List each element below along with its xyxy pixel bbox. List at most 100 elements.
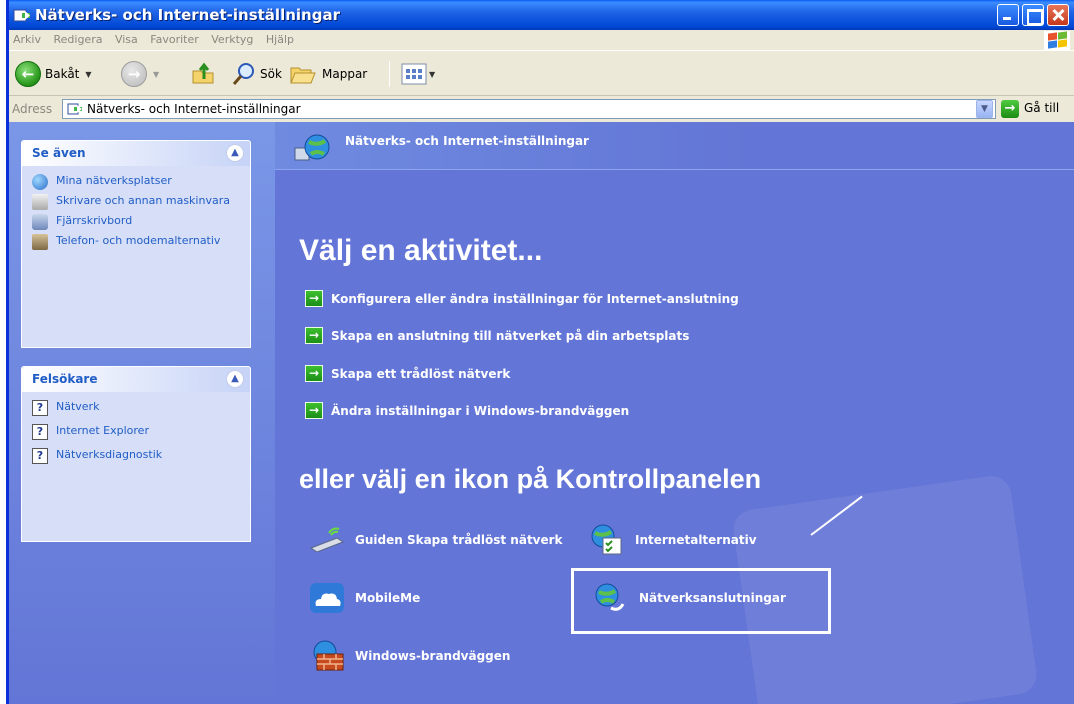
- search-button[interactable]: Sök: [231, 59, 282, 89]
- explorer-window: Nätverks- och Internet-inställningar Ark…: [6, 0, 1074, 704]
- collapse-chevron-icon[interactable]: ▲: [226, 370, 244, 388]
- folders-label: Mappar: [322, 67, 368, 81]
- firewall-icon: [313, 640, 344, 671]
- troubleshooter-label: Internet Explorer: [56, 424, 149, 437]
- see-also-item-network-places[interactable]: Mina nätverksplatser: [32, 174, 242, 190]
- category-header: Nätverks- och Internet-inställningar: [275, 122, 1074, 170]
- pick-icon-heading: eller välj en ikon på Kontrollpanelen: [299, 464, 762, 494]
- help-icon: ?: [32, 400, 48, 416]
- mobileme-cloud-icon: [310, 583, 344, 613]
- task-wireless-network[interactable]: → Skapa ett trådlöst nätverk: [305, 365, 510, 382]
- menu-help[interactable]: Hjälp: [262, 30, 299, 46]
- go-button[interactable]: Gå till: [1024, 101, 1059, 115]
- see-also-item-label: Telefon- och modemalternativ: [56, 234, 221, 247]
- printer-icon: [32, 194, 48, 210]
- category-title: Nätverks- och Internet-inställningar: [345, 134, 589, 148]
- go-arrow-icon[interactable]: →: [1001, 100, 1019, 118]
- see-also-title: Se även: [32, 146, 86, 160]
- collapse-chevron-icon[interactable]: ▲: [226, 144, 244, 162]
- internet-options-icon: [591, 524, 622, 555]
- task-label: Skapa ett trådlöst nätverk: [331, 366, 511, 381]
- search-icon: [232, 63, 254, 85]
- troubleshooter-diagnostics[interactable]: ? Nätverksdiagnostik: [32, 448, 242, 464]
- address-value: Nätverks- och Internet-inställningar: [87, 102, 301, 116]
- address-field[interactable]: Nätverks- och Internet-inställningar: [62, 99, 996, 119]
- see-also-item-label: Fjärrskrivbord: [56, 214, 133, 227]
- see-also-item-label: Mina nätverksplatser: [56, 174, 172, 187]
- network-globe-icon: [294, 134, 330, 161]
- up-folder-icon: [192, 62, 214, 84]
- troubleshooter-network[interactable]: ? Nätverk: [32, 400, 242, 416]
- cp-label: Windows-brandväggen: [355, 649, 511, 663]
- task-pane: Se även ▲ Mina nätverksplatser Skrivare …: [9, 122, 275, 704]
- menu-tools[interactable]: Verktyg: [207, 30, 258, 46]
- remote-desktop-icon: [32, 214, 48, 230]
- views-button[interactable]: ▼: [401, 59, 435, 89]
- back-arrow-icon: ←: [15, 61, 41, 87]
- forward-arrow-icon: →: [121, 61, 147, 87]
- toolbar: ← Bakåt ▼ → ▼ Sök Mappar ▼: [9, 50, 1074, 96]
- cp-wireless-wizard[interactable]: Guiden Skapa trådlöst nätverk: [309, 524, 563, 556]
- troubleshooter-label: Nätverksdiagnostik: [56, 448, 163, 461]
- task-label: Konfigurera eller ändra inställningar fö…: [331, 291, 739, 306]
- folders-icon: [290, 67, 316, 84]
- cp-internet-options[interactable]: Internetalternativ: [589, 524, 757, 556]
- see-also-item-remote-desktop[interactable]: Fjärrskrivbord: [32, 214, 242, 230]
- task-arrow-icon: →: [305, 402, 323, 419]
- wireless-wizard-icon: [309, 527, 345, 553]
- see-also-box: Se även ▲ Mina nätverksplatser Skrivare …: [21, 140, 251, 348]
- main-content: Nätverks- och Internet-inställningar Väl…: [275, 122, 1074, 704]
- see-also-header[interactable]: Se även ▲: [22, 141, 250, 166]
- troubleshooters-header[interactable]: Felsökare ▲: [22, 367, 250, 392]
- forward-dropdown-icon[interactable]: ▼: [153, 70, 159, 79]
- back-label: Bakåt: [45, 67, 80, 81]
- menu-edit[interactable]: Redigera: [49, 30, 107, 46]
- window-title: Nätverks- och Internet-inställningar: [35, 6, 340, 24]
- troubleshooters-box: Felsökare ▲ ? Nätverk ? Internet Explore…: [21, 366, 251, 542]
- forward-button[interactable]: → ▼: [121, 59, 159, 89]
- network-folder-icon: [67, 103, 82, 115]
- highlight-box: [571, 568, 831, 634]
- minimize-button[interactable]: [997, 4, 1019, 26]
- title-bar[interactable]: Nätverks- och Internet-inställningar: [9, 0, 1074, 30]
- task-arrow-icon: →: [305, 290, 323, 307]
- task-workplace-connection[interactable]: → Skapa en anslutning till nätverket på …: [305, 327, 689, 344]
- maximize-button[interactable]: [1022, 4, 1044, 26]
- folders-button[interactable]: Mappar: [289, 59, 367, 89]
- see-also-item-printers[interactable]: Skrivare och annan maskinvara: [32, 194, 242, 210]
- search-label: Sök: [260, 67, 282, 81]
- cp-mobileme[interactable]: MobileMe: [309, 582, 420, 614]
- task-arrow-icon: →: [305, 365, 323, 382]
- cp-label: MobileMe: [355, 591, 421, 605]
- task-label: Ändra inställningar i Windows-brandvägge…: [331, 403, 630, 418]
- task-arrow-icon: →: [305, 327, 323, 344]
- menu-view[interactable]: Visa: [111, 30, 143, 46]
- cp-label: Guiden Skapa trådlöst nätverk: [355, 533, 563, 547]
- task-configure-internet[interactable]: → Konfigurera eller ändra inställningar …: [305, 290, 739, 307]
- close-button[interactable]: [1047, 4, 1069, 26]
- troubleshooter-label: Nätverk: [56, 400, 100, 413]
- windows-flag-icon: [1044, 31, 1070, 50]
- troubleshooters-title: Felsökare: [32, 372, 98, 386]
- address-dropdown-icon[interactable]: ▼: [976, 100, 993, 118]
- cp-windows-firewall[interactable]: Windows-brandväggen: [309, 640, 510, 672]
- menu-favorites[interactable]: Favoriter: [146, 30, 203, 46]
- toolbar-separator: [389, 61, 390, 87]
- task-label: Skapa en anslutning till nätverket på di…: [331, 328, 690, 343]
- troubleshooter-internet-explorer[interactable]: ? Internet Explorer: [32, 424, 242, 440]
- phone-icon: [32, 234, 48, 250]
- cp-label: Internetalternativ: [635, 533, 757, 547]
- see-also-item-phone-modem[interactable]: Telefon- och modemalternativ: [32, 234, 242, 250]
- views-icon: [401, 63, 427, 85]
- task-firewall-settings[interactable]: → Ändra inställningar i Windows-brandväg…: [305, 402, 629, 419]
- views-dropdown-icon[interactable]: ▼: [429, 70, 435, 79]
- menu-bar: Arkiv Redigera Visa Favoriter Verktyg Hj…: [9, 30, 1074, 50]
- see-also-item-label: Skrivare och annan maskinvara: [56, 194, 230, 207]
- help-icon: ?: [32, 448, 48, 464]
- menu-file[interactable]: Arkiv: [9, 30, 46, 46]
- back-dropdown-icon[interactable]: ▼: [85, 70, 91, 79]
- up-folder-button[interactable]: [191, 59, 217, 89]
- network-folder-icon: [13, 9, 30, 22]
- network-places-icon: [32, 174, 48, 190]
- back-button[interactable]: ← Bakåt ▼: [15, 59, 92, 89]
